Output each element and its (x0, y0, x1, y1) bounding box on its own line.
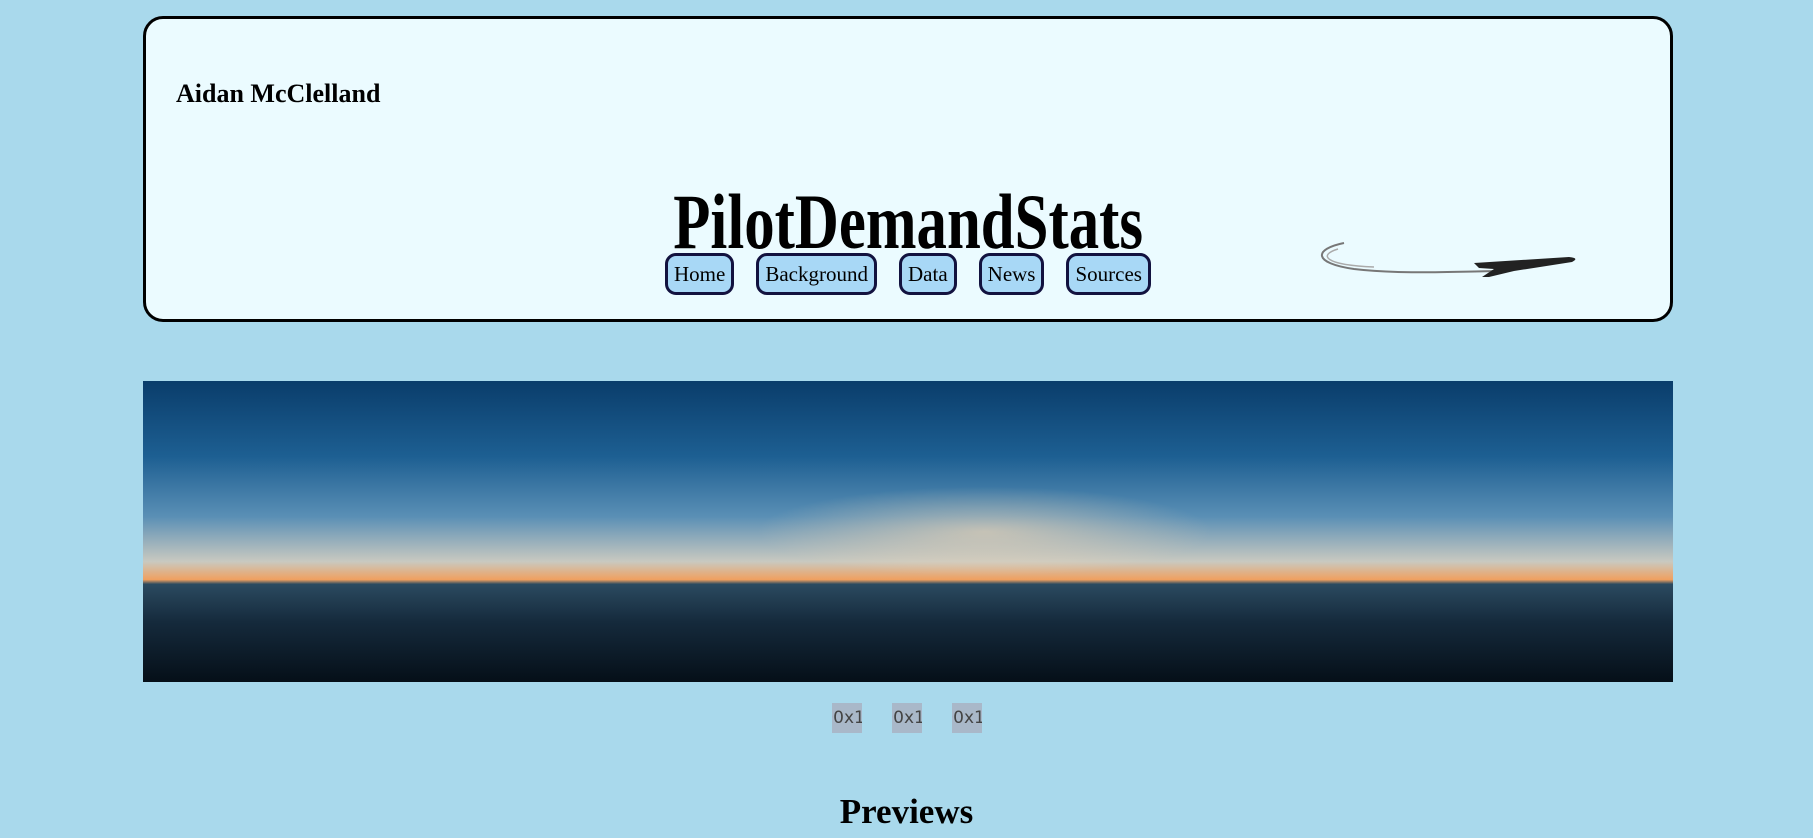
thumbnail-strip: 100x100 100x100 100x100 (0, 703, 1813, 733)
thumbnail-placeholder[interactable]: 100x100 (831, 703, 862, 733)
site-header: Aidan McClelland PilotDemandStats Home B… (143, 16, 1673, 322)
nav-background[interactable]: Background (756, 253, 877, 295)
nav-news[interactable]: News (978, 253, 1045, 295)
site-title-text: PilotDemandStats (673, 178, 1143, 265)
author-name: Aidan McClelland (176, 79, 381, 108)
airplane-icon (1321, 242, 1576, 277)
thumbnail-placeholder[interactable]: 100x100 (891, 703, 922, 733)
nav-home[interactable]: Home (665, 253, 735, 295)
previews-heading: Previews (839, 792, 974, 831)
nav-data[interactable]: Data (899, 253, 957, 295)
thumbnail-placeholder[interactable]: 100x100 (951, 703, 982, 733)
hero-banner-image (143, 381, 1673, 682)
nav-sources[interactable]: Sources (1066, 253, 1151, 295)
